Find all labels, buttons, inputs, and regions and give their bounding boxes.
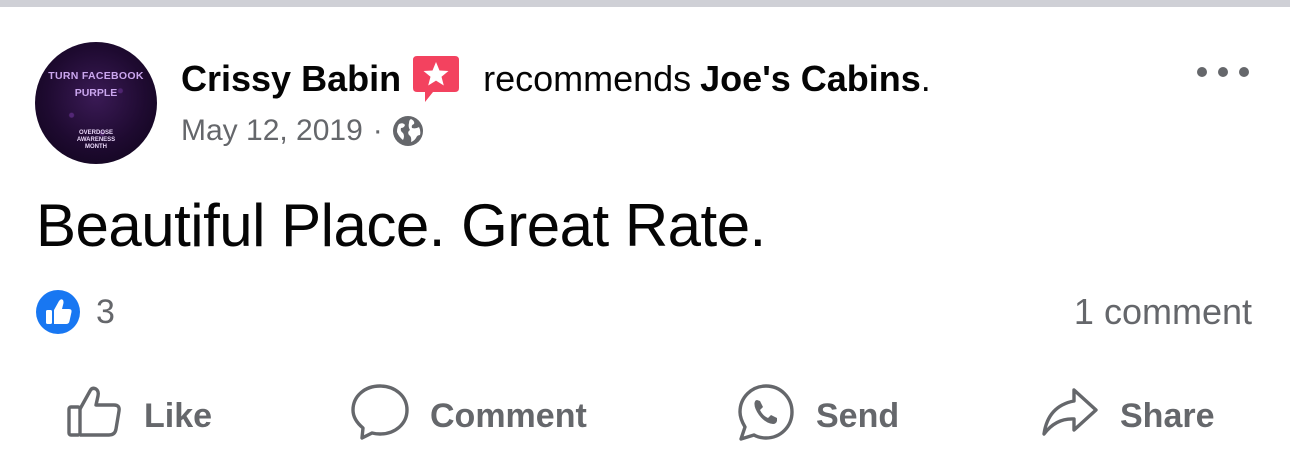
post-date[interactable]: May 12, 2019 [181, 114, 363, 148]
avatar-small-text: OVERDOSE [78, 130, 113, 136]
comment-button[interactable]: Comment [350, 383, 587, 446]
avatar[interactable]: TURN FACEBOOK PURPLE OVERDOSE AWARENESS … [35, 42, 157, 164]
post-header: Crissy Babin recommends Joe's Cabins . [181, 56, 931, 102]
comment-label: Comment [430, 396, 587, 435]
recommends-text: recommends [483, 58, 692, 99]
whatsapp-send-icon [736, 382, 796, 451]
comment-bubble-icon [350, 382, 410, 451]
post-meta: May 12, 2019 · [181, 112, 424, 150]
send-button[interactable]: Send [736, 383, 900, 446]
more-dot-icon [1239, 67, 1249, 77]
more-dot-icon [1218, 67, 1228, 77]
avatar-small-text: AWARENESS [76, 137, 116, 143]
share-button[interactable]: Share [1040, 386, 1215, 446]
top-divider [0, 0, 1290, 7]
header-period: . [920, 58, 931, 99]
avatar-small-text: MONTH [85, 144, 107, 150]
author-name[interactable]: Crissy Babin [181, 58, 401, 100]
share-arrow-icon [1040, 382, 1100, 451]
recommend-badge-icon [411, 54, 461, 104]
globe-icon [392, 115, 424, 147]
comment-count-link[interactable]: 1 comment [1074, 290, 1252, 334]
post-body: Beautiful Place. Great Rate. [36, 192, 766, 259]
avatar-text-line2: PURPLE [74, 87, 118, 99]
reaction-summary[interactable]: 3 [36, 290, 115, 334]
reaction-count: 3 [96, 292, 115, 331]
more-dot-icon [1197, 67, 1207, 77]
like-button[interactable]: Like [66, 386, 212, 446]
like-label: Like [144, 396, 213, 435]
share-label: Share [1120, 396, 1215, 435]
page-name-link[interactable]: Joe's Cabins [700, 58, 921, 100]
like-reaction-icon [36, 290, 80, 334]
send-label: Send [816, 396, 900, 435]
thumbs-up-icon [66, 383, 124, 450]
avatar-text-line1: TURN FACEBOOK [48, 70, 144, 82]
meta-separator: · [372, 114, 383, 147]
more-options-button[interactable] [1197, 59, 1249, 85]
